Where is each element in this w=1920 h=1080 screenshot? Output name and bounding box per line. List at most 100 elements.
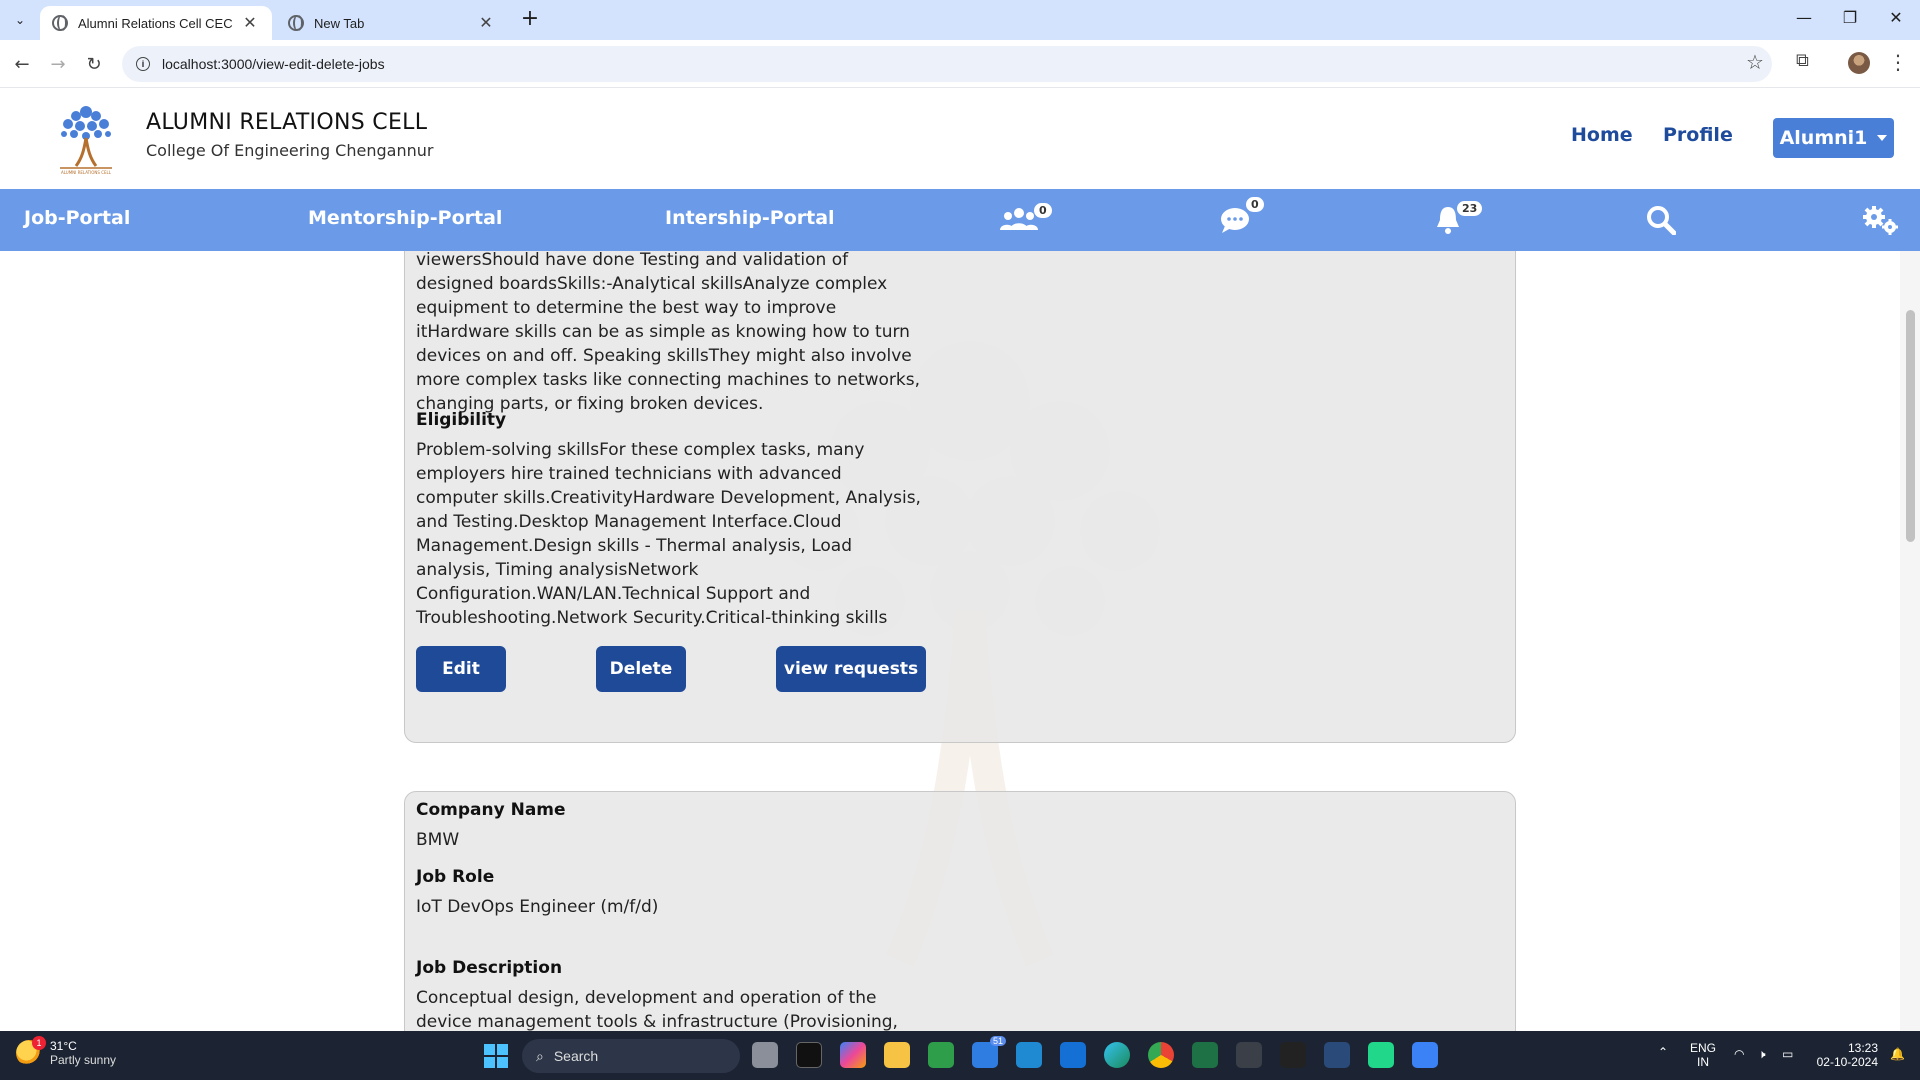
eligibility-label: Eligibility bbox=[416, 410, 507, 430]
tree-logo-icon: ALUMNI RELATIONS CELL bbox=[60, 106, 112, 175]
pycharm-icon[interactable] bbox=[1368, 1042, 1394, 1068]
messages-icon[interactable]: 0 bbox=[1220, 197, 1264, 237]
eligibility-text: Problem-solving skillsFor these complex … bbox=[416, 440, 921, 628]
tab-search-dropdown-icon[interactable]: ⌄ bbox=[8, 8, 32, 32]
lang-line-2: IN bbox=[1697, 1055, 1709, 1069]
taskbar-search-label: Search bbox=[553, 1048, 599, 1064]
app-icon[interactable] bbox=[1324, 1042, 1350, 1068]
nav-internship-portal[interactable]: Intership-Portal bbox=[665, 207, 835, 229]
user-dropdown-label: Alumni1 bbox=[1779, 127, 1868, 149]
scrollbar-thumb[interactable] bbox=[1906, 310, 1915, 542]
job-description-label: Job Description bbox=[416, 958, 563, 978]
browser-menu-icon[interactable]: ⋮ bbox=[1888, 50, 1908, 74]
minimize-icon[interactable]: — bbox=[1784, 8, 1824, 27]
groups-icon[interactable]: 0 bbox=[1000, 203, 1052, 237]
profile-link[interactable]: Profile bbox=[1663, 124, 1733, 146]
wifi-icon[interactable]: ◠ bbox=[1734, 1047, 1744, 1061]
notepad-icon[interactable] bbox=[1412, 1042, 1438, 1068]
edit-button[interactable]: Edit bbox=[416, 646, 506, 692]
job-role-value: IoT DevOps Engineer (m/f/d) bbox=[416, 897, 659, 917]
profile-avatar[interactable] bbox=[1848, 52, 1870, 74]
address-bar[interactable]: i localhost:3000/view-edit-delete-jobs bbox=[122, 46, 1772, 82]
extensions-puzzle-icon[interactable]: ⧉ bbox=[1796, 50, 1809, 71]
windows-taskbar: 1 31°C Partly sunny ⌕ Search 51 ⌃ ENG IN… bbox=[0, 1031, 1920, 1080]
browser-tab-strip: ⌄ Alumni Relations Cell CEC ✕ New Tab ✕ … bbox=[0, 0, 1920, 40]
tab-title: New Tab bbox=[314, 15, 365, 31]
site-title: ALUMNI RELATIONS CELL bbox=[146, 110, 428, 135]
job-description-text: viewersShould have done Testing and vali… bbox=[416, 251, 921, 414]
edge-icon[interactable] bbox=[1104, 1042, 1130, 1068]
portal-navbar: Job-Portal Mentorship-Portal Intership-P… bbox=[0, 189, 1920, 251]
home-link[interactable]: Home bbox=[1571, 124, 1633, 146]
back-arrow-icon[interactable]: ← bbox=[8, 50, 36, 78]
battery-icon[interactable]: ▭ bbox=[1782, 1047, 1793, 1061]
clock[interactable]: 13:23 02-10-2024 bbox=[1810, 1041, 1878, 1069]
close-window-icon[interactable]: ✕ bbox=[1876, 8, 1916, 27]
globe-icon bbox=[288, 15, 304, 31]
job-card: viewersShould have done Testing and vali… bbox=[404, 251, 1516, 743]
close-tab-icon[interactable]: ✕ bbox=[476, 13, 496, 33]
job-description-text: Conceptual design, development and opera… bbox=[416, 988, 898, 1031]
mail-icon[interactable]: 51 bbox=[972, 1036, 1006, 1068]
search-icon[interactable] bbox=[1646, 203, 1676, 237]
terminal-icon[interactable] bbox=[796, 1042, 822, 1068]
forward-arrow-icon[interactable]: → bbox=[44, 50, 72, 78]
groups-badge: 0 bbox=[1034, 203, 1052, 218]
bookmark-star-icon[interactable]: ☆ bbox=[1746, 50, 1764, 74]
nav-job-portal[interactable]: Job-Portal bbox=[24, 207, 130, 229]
company-name-value: BMW bbox=[416, 830, 460, 850]
date-text: 02-10-2024 bbox=[1816, 1055, 1878, 1069]
new-tab-plus-icon[interactable]: + bbox=[518, 8, 542, 32]
user-dropdown-button[interactable]: Alumni1 bbox=[1773, 118, 1894, 158]
site-header: ALUMNI RELATIONS CELL ALUMNI RELATIONS C… bbox=[0, 88, 1920, 189]
company-name-label: Company Name bbox=[416, 800, 566, 820]
close-tab-icon[interactable]: ✕ bbox=[240, 13, 260, 33]
taskbar-search[interactable]: ⌕ Search bbox=[522, 1039, 740, 1073]
search-icon: ⌕ bbox=[536, 1047, 544, 1064]
settings-gears-icon[interactable] bbox=[1862, 203, 1898, 237]
security-app-icon[interactable] bbox=[1060, 1042, 1086, 1068]
weather-badge: 1 bbox=[32, 1036, 46, 1050]
weather-temp: 31°C bbox=[50, 1039, 77, 1053]
view-requests-button[interactable]: view requests bbox=[776, 646, 926, 692]
url-text: localhost:3000/view-edit-delete-jobs bbox=[162, 56, 385, 72]
reload-icon[interactable]: ↻ bbox=[80, 50, 108, 78]
nav-mentorship-portal[interactable]: Mentorship-Portal bbox=[308, 207, 502, 229]
job-role-label: Job Role bbox=[416, 867, 495, 887]
vscode-icon[interactable] bbox=[1016, 1042, 1042, 1068]
weather-widget[interactable]: 1 31°C Partly sunny bbox=[16, 1036, 117, 1067]
lang-line-1: ENG bbox=[1690, 1041, 1717, 1055]
language-indicator[interactable]: ENG IN bbox=[1690, 1041, 1716, 1069]
photos-app-icon[interactable] bbox=[928, 1042, 954, 1068]
jobs-list: viewersShould have done Testing and vali… bbox=[0, 251, 1900, 1031]
windows-start-icon[interactable] bbox=[484, 1044, 508, 1068]
app-icon[interactable] bbox=[1236, 1042, 1262, 1068]
chevron-up-icon[interactable]: ⌃ bbox=[1658, 1045, 1668, 1059]
speaker-mute-icon[interactable]: 🕨 bbox=[1758, 1047, 1766, 1062]
tab-alumni-relations[interactable]: Alumni Relations Cell CEC ✕ bbox=[40, 6, 272, 40]
chrome-icon[interactable] bbox=[1148, 1042, 1174, 1068]
notifications-badge: 23 bbox=[1457, 201, 1483, 216]
app-icon[interactable] bbox=[1280, 1042, 1306, 1068]
restore-icon[interactable]: ❐ bbox=[1830, 8, 1870, 27]
mail-badge: 51 bbox=[989, 1036, 1006, 1046]
task-view-icon[interactable] bbox=[752, 1042, 778, 1068]
site-info-icon[interactable]: i bbox=[136, 57, 150, 71]
tab-new-tab[interactable]: New Tab ✕ bbox=[276, 6, 508, 40]
messages-badge: 0 bbox=[1246, 197, 1264, 212]
caret-down-icon bbox=[1877, 135, 1888, 141]
time-text: 13:23 bbox=[1847, 1041, 1878, 1055]
job-card: Company Name BMW Job Role IoT DevOps Eng… bbox=[404, 791, 1516, 1031]
globe-icon bbox=[52, 15, 68, 31]
file-explorer-icon[interactable] bbox=[884, 1042, 910, 1068]
bell-icon[interactable]: 23 bbox=[1435, 201, 1483, 237]
tab-title: Alumni Relations Cell CEC bbox=[78, 15, 233, 31]
copilot-icon[interactable] bbox=[840, 1042, 866, 1068]
sun-icon: 1 bbox=[16, 1036, 46, 1066]
notification-bell-icon[interactable]: 🔔 bbox=[1890, 1047, 1905, 1061]
delete-button[interactable]: Delete bbox=[596, 646, 686, 692]
browser-toolbar: ← → ↻ i localhost:3000/view-edit-delete-… bbox=[0, 40, 1920, 88]
site-subtitle: College Of Engineering Chengannur bbox=[146, 141, 434, 160]
excel-icon[interactable] bbox=[1192, 1042, 1218, 1068]
weather-desc: Partly sunny bbox=[50, 1053, 117, 1067]
